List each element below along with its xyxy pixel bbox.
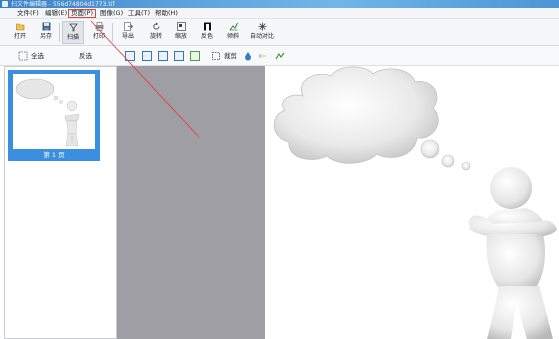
save-icon: [42, 22, 51, 31]
actual-size-icon[interactable]: [174, 51, 184, 61]
resize-button-label: 缩放: [174, 33, 187, 40]
page-preview[interactable]: [265, 66, 559, 339]
redo-icon[interactable]: [275, 51, 285, 61]
window-title: 扫文件编辑器 - 556d74804d1773.tif: [11, 1, 115, 8]
resize-button[interactable]: 缩放: [170, 21, 192, 44]
fit-width-icon[interactable]: [190, 51, 200, 61]
rotate-button[interactable]: 旋转: [145, 21, 167, 44]
save-as-button[interactable]: 另存: [35, 21, 57, 44]
select-all-button[interactable]: 全选: [31, 51, 44, 62]
thumbnail-item[interactable]: 第 1 页: [8, 70, 100, 161]
folder-open-icon: [15, 22, 25, 31]
selection-toolbar: 全选 反选 裁剪: [0, 47, 559, 66]
menu-help[interactable]: 帮助(H): [153, 9, 180, 18]
thumbnail-label: 第 1 页: [43, 151, 65, 159]
scan-button-label: 扫描: [66, 34, 79, 41]
auto-contrast-icon: [258, 22, 267, 31]
undo-icon[interactable]: [258, 51, 268, 61]
crop-icon: [211, 51, 221, 61]
deskew-icon: [229, 22, 238, 31]
rotate-icon: [152, 22, 161, 31]
invert-button[interactable]: 反色: [196, 21, 218, 44]
zoom-out-icon[interactable]: [142, 51, 152, 61]
toolbar-separator: [112, 23, 113, 42]
print-button-label: 打印: [92, 33, 105, 40]
invert-button-label: 反色: [200, 33, 213, 40]
print-icon: [95, 22, 104, 31]
invert-icon: [203, 22, 212, 31]
menu-file[interactable]: 文件(F): [15, 9, 41, 18]
auto-contrast-button-label: 自动对比: [249, 33, 274, 40]
save-as-button-label: 另存: [39, 33, 52, 40]
export-icon: [123, 22, 133, 31]
crop-button[interactable]: 裁剪: [224, 51, 237, 62]
export-button-label: 导出: [121, 33, 134, 40]
invert-selection-button[interactable]: 反选: [79, 51, 92, 62]
menu-tools[interactable]: 工具(T): [126, 9, 152, 18]
open-button[interactable]: 打开: [9, 21, 31, 44]
deskew-button-label: 倾斜: [226, 33, 239, 40]
open-button-label: 打开: [13, 33, 26, 40]
rotate-button-label: 旋转: [149, 33, 162, 40]
toolbar-separator: [59, 23, 60, 42]
menu-page[interactable]: 页面(P): [68, 9, 96, 18]
export-button[interactable]: 导出: [117, 21, 139, 44]
page-illustration: [273, 66, 557, 339]
app-icon: [2, 1, 8, 7]
auto-contrast-button[interactable]: 自动对比: [248, 21, 276, 44]
menu-image[interactable]: 图像(G): [98, 9, 125, 18]
canvas-background: [117, 66, 265, 339]
thumbnail-pane: 第 1 页: [4, 66, 117, 339]
resize-icon: [176, 22, 186, 31]
zoom-in-icon[interactable]: [125, 51, 135, 61]
deskew-button[interactable]: 倾斜: [222, 21, 244, 44]
title-bar: 扫文件编辑器 - 556d74804d1773.tif: [0, 0, 559, 8]
main-toolbar: 打开 另存 扫描 打印 导出 旋转 缩放 反色 倾斜 自动对比: [0, 19, 559, 46]
fit-page-icon[interactable]: [158, 51, 168, 61]
menu-bar: 文件(F) 编辑(E) 页面(P) 图像(G) 工具(T) 帮助(H): [0, 8, 559, 19]
scan-button[interactable]: 扫描: [62, 21, 84, 44]
drop-icon[interactable]: [243, 51, 253, 61]
scan-icon: [68, 23, 78, 32]
select-all-icon: [18, 51, 28, 61]
menu-edit[interactable]: 编辑(E): [43, 9, 69, 18]
print-button[interactable]: 打印: [88, 21, 110, 44]
thumbnail-image: [13, 74, 95, 149]
